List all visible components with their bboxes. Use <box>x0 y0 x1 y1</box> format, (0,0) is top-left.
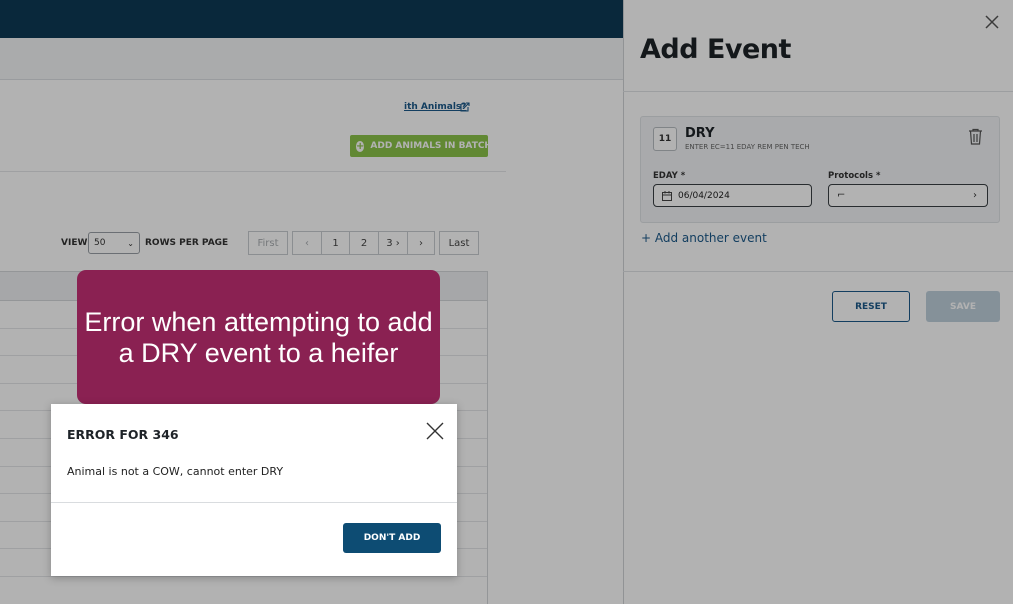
dialog-message: Animal is not a COW, cannot enter DRY <box>67 465 284 478</box>
close-icon[interactable] <box>426 422 444 440</box>
dialog-title: ERROR FOR 346 <box>67 427 179 442</box>
annotation-callout: Error when attempting to add a DRY event… <box>77 270 440 404</box>
dialog-divider <box>51 502 457 503</box>
error-dialog: ERROR FOR 346 Animal is not a COW, canno… <box>51 404 457 576</box>
dont-add-button[interactable]: DON'T ADD <box>343 523 441 553</box>
